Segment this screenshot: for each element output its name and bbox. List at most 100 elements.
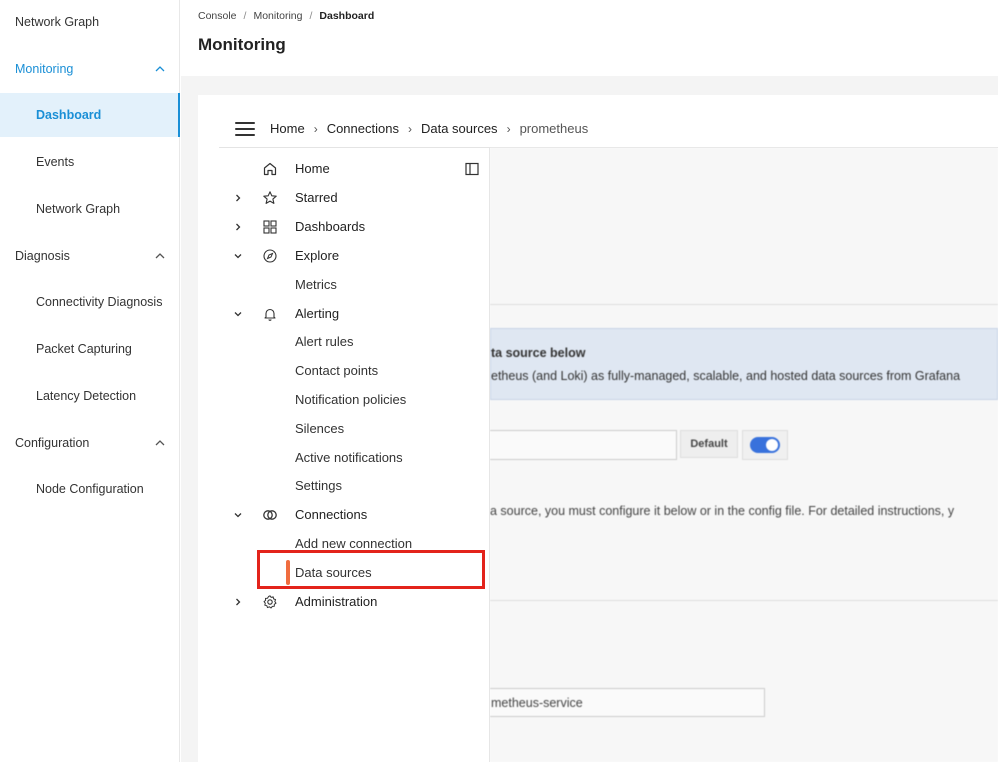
menu-item-silences[interactable]: Silences [219, 414, 490, 443]
menu-icon[interactable] [235, 121, 255, 136]
info-body: etheus (and Loki) as fully-managed, scal… [491, 369, 961, 383]
menu-item-home[interactable]: Home [219, 154, 490, 183]
menu-item-metrics[interactable]: Metrics [219, 270, 490, 299]
info-title: ta source below [491, 346, 586, 360]
chevron-right-icon: › [407, 121, 412, 136]
chevron-up-icon [154, 437, 166, 449]
star-icon [263, 190, 277, 204]
bell-icon [264, 308, 276, 321]
menu-item-label: Settings [295, 478, 342, 493]
grafana-crumb-current: prometheus [519, 121, 589, 136]
menu-item-label: Administration [295, 594, 378, 609]
config-description: a source, you must configure it below or… [490, 504, 955, 518]
default-toggle[interactable] [742, 430, 788, 460]
sidebar-item-label: Diagnosis [15, 249, 70, 263]
compass-icon [263, 248, 277, 263]
menu-item-connections[interactable]: Connections [219, 500, 490, 529]
menu-item-label: Contact points [295, 363, 379, 378]
menu-item-alert-rules[interactable]: Alert rules [219, 327, 490, 356]
chevron-right-icon[interactable] [233, 222, 243, 232]
sidebar-group-configuration[interactable]: Configuration [0, 421, 180, 465]
sidebar-item-label: Network Graph [15, 15, 100, 29]
breadcrumb-current: Dashboard [319, 10, 375, 22]
divider [490, 304, 998, 305]
sidebar-item-network-graph[interactable]: Network Graph [0, 187, 180, 231]
menu-item-label: Dashboards [295, 219, 366, 234]
grafana-nav-menu: Home Starred Dashboards Explore Metrics … [219, 148, 490, 762]
sidebar-item-packet-capturing[interactable]: Packet Capturing [0, 327, 180, 371]
menu-item-starred[interactable]: Starred [219, 183, 490, 212]
sidebar-item-connectivity-diagnosis[interactable]: Connectivity Diagnosis [0, 280, 180, 324]
console-sidebar: Network Graph Monitoring Dashboard Event… [0, 0, 180, 762]
menu-item-label: Connections [295, 507, 368, 522]
grafana-crumb-home[interactable]: Home [270, 121, 305, 136]
sidebar-item-latency-detection[interactable]: Latency Detection [0, 374, 180, 418]
sidebar-item-label: Latency Detection [36, 389, 137, 403]
breadcrumb-separator: / [309, 10, 313, 22]
menu-item-label: Starred [295, 190, 338, 205]
sidebar-item-network-graph-top[interactable]: Network Graph [0, 0, 180, 44]
menu-item-label: Alert rules [295, 334, 354, 349]
sidebar-item-label: Dashboard [36, 108, 102, 122]
chevron-up-icon [154, 250, 166, 262]
toggle-switch[interactable] [750, 437, 780, 453]
menu-item-label: Add new connection [295, 536, 413, 551]
chevron-up-icon [154, 63, 166, 75]
chevron-down-icon[interactable] [233, 309, 243, 319]
menu-item-label: Home [295, 161, 330, 176]
grafana-topbar: Home › Connections › Data sources › prom… [219, 110, 998, 148]
grafana-crumb-connections[interactable]: Connections [327, 121, 399, 136]
chevron-right-icon[interactable] [233, 597, 243, 607]
sidebar-item-label: Node Configuration [36, 482, 144, 496]
sidebar-item-events[interactable]: Events [0, 140, 180, 184]
sidebar-item-label: Network Graph [36, 202, 121, 216]
menu-item-contact-points[interactable]: Contact points [219, 356, 490, 385]
chevron-right-icon: › [313, 121, 318, 136]
menu-item-dashboards[interactable]: Dashboards [219, 212, 490, 241]
page-header: Console / Monitoring / Dashboard Monitor… [181, 0, 998, 76]
menu-item-active-notifications[interactable]: Active notifications [219, 443, 490, 472]
url-input[interactable]: metheus-service [490, 688, 765, 717]
name-input[interactable] [490, 430, 677, 460]
sidebar-item-label: Events [36, 155, 75, 169]
menu-item-label: Alerting [295, 306, 340, 321]
chevron-down-icon[interactable] [233, 251, 243, 261]
grafana-crumb-data-sources[interactable]: Data sources [421, 121, 498, 136]
menu-item-label: Explore [295, 248, 340, 263]
sidebar-group-monitoring[interactable]: Monitoring [0, 47, 180, 91]
sidebar-item-label: Monitoring [15, 62, 74, 76]
datasource-settings-background: ta source below etheus (and Loki) as ful… [490, 148, 998, 762]
home-icon [263, 162, 277, 175]
menu-item-notification-policies[interactable]: Notification policies [219, 385, 490, 414]
menu-item-label: Metrics [295, 277, 337, 292]
sidebar-item-label: Packet Capturing [36, 342, 132, 356]
menu-item-label: Active notifications [295, 450, 403, 465]
menu-item-alerting[interactable]: Alerting [219, 299, 490, 328]
page-title: Monitoring [198, 35, 286, 54]
info-box: ta source below etheus (and Loki) as ful… [490, 328, 998, 400]
chevron-right-icon: › [506, 121, 511, 136]
chevron-down-icon[interactable] [233, 510, 243, 520]
menu-item-explore[interactable]: Explore [219, 241, 490, 270]
connections-icon [263, 509, 277, 520]
sidebar-item-dashboard[interactable]: Dashboard [0, 93, 180, 137]
menu-item-label: Notification policies [295, 392, 407, 407]
sidebar-item-label: Connectivity Diagnosis [36, 295, 163, 309]
grid-icon [263, 219, 277, 234]
breadcrumb: Console / Monitoring / Dashboard [198, 10, 374, 22]
chevron-right-icon[interactable] [233, 193, 243, 203]
menu-item-settings[interactable]: Settings [219, 471, 490, 500]
grafana-breadcrumb: Home › Connections › Data sources › prom… [270, 121, 588, 136]
sidebar-item-node-configuration[interactable]: Node Configuration [0, 467, 180, 511]
breadcrumb-console[interactable]: Console [198, 10, 237, 22]
gear-icon [263, 594, 277, 608]
breadcrumb-monitoring[interactable]: Monitoring [253, 10, 302, 22]
menu-item-label: Silences [295, 421, 345, 436]
breadcrumb-separator: / [243, 10, 247, 22]
menu-item-administration[interactable]: Administration [219, 587, 490, 616]
highlight-box [257, 550, 485, 589]
divider [490, 600, 998, 601]
default-label: Default [680, 430, 738, 458]
sidebar-group-diagnosis[interactable]: Diagnosis [0, 234, 180, 278]
sidebar-item-label: Configuration [15, 436, 90, 450]
